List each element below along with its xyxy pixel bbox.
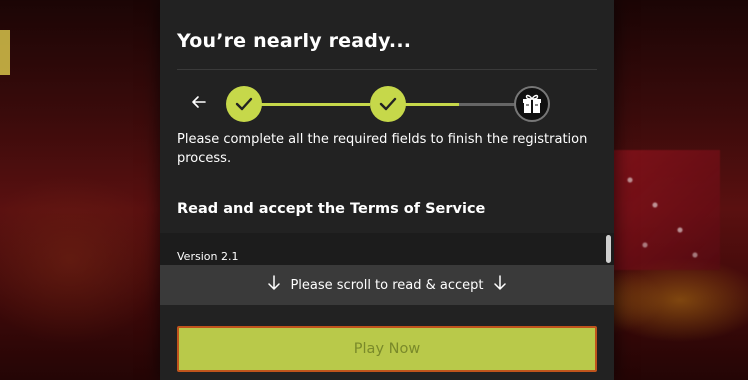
divider [177, 69, 597, 70]
arrow-down-icon [268, 275, 281, 295]
modal-title: You’re nearly ready... [177, 30, 412, 52]
play-now-button[interactable]: Play Now [177, 326, 597, 372]
scroll-prompt-text: Please scroll to read & accept [290, 277, 484, 293]
registration-modal: You’re nearly ready... Please complete a… [160, 0, 614, 380]
registration-description: Please complete all the required fields … [177, 132, 588, 166]
background-decoration-dots [610, 150, 720, 270]
arrow-down-icon [493, 275, 506, 295]
progress-line-pending [459, 103, 515, 106]
scroll-to-accept-bar[interactable]: Please scroll to read & accept [160, 265, 614, 305]
terms-heading: Read and accept the Terms of Service [177, 201, 486, 217]
step-3-gift [514, 86, 550, 122]
step-1-complete [226, 86, 262, 122]
step-2-complete [370, 86, 406, 122]
progress-line-complete [260, 103, 370, 106]
progress-line-partial [404, 103, 459, 106]
terms-scrollbar[interactable] [606, 235, 611, 263]
check-icon [235, 97, 253, 111]
check-icon [379, 97, 397, 111]
background-decoration [0, 30, 10, 75]
terms-version: Version 2.1 [177, 250, 239, 263]
gift-icon [523, 94, 541, 113]
back-arrow-icon[interactable] [191, 92, 209, 112]
